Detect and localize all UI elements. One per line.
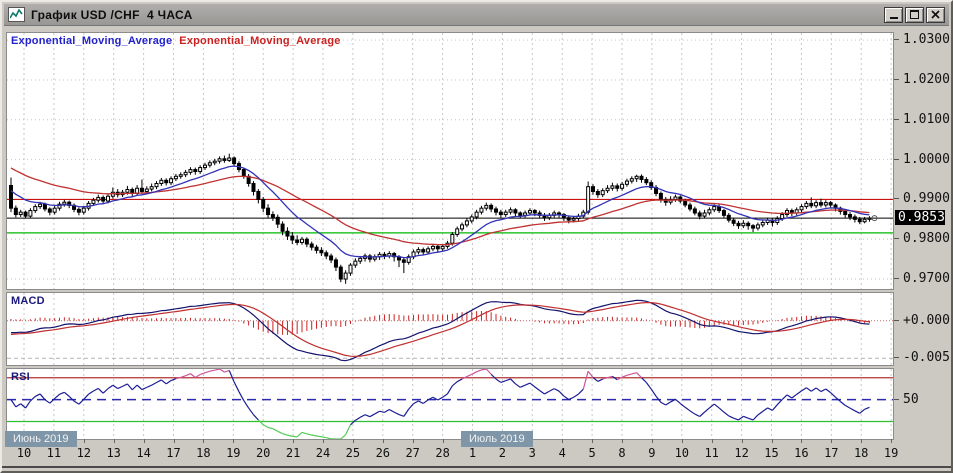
date-tick xyxy=(772,439,773,443)
ema-fast-label: Exponential_Moving_Average xyxy=(11,35,172,47)
date-label: 16 xyxy=(794,446,808,460)
title-bar[interactable]: График USD /CHF 4 ЧАСА xyxy=(4,4,949,26)
date-label: 21 xyxy=(286,446,300,460)
date-tick xyxy=(831,439,832,443)
price-tick: 1.0100 xyxy=(894,112,950,127)
rsi-label: RSI xyxy=(11,371,30,383)
date-tick xyxy=(443,439,444,443)
date-label: 19 xyxy=(226,446,240,460)
price-tick: 0.9800 xyxy=(894,231,950,246)
date-tick xyxy=(144,439,145,443)
macd-panel[interactable]: MACD xyxy=(6,292,894,366)
rsi-panel[interactable]: RSI xyxy=(6,368,894,440)
date-tick xyxy=(174,439,175,443)
price-axis[interactable]: 1.0300 1.0200 1.0100 1.0000 0.9900 0.9800 0.97… xyxy=(894,32,949,440)
candlestick-chart xyxy=(7,33,893,289)
close-button[interactable] xyxy=(926,7,945,23)
date-label: 2 xyxy=(499,446,506,460)
month-badge-july: Июль 2019 xyxy=(461,431,533,447)
date-tick xyxy=(861,439,862,443)
date-label: 12 xyxy=(77,446,91,460)
date-label: 24 xyxy=(316,446,330,460)
date-label: 19 xyxy=(884,446,898,460)
date-label: 17 xyxy=(824,446,838,460)
price-tick: 0.9900 xyxy=(894,191,950,206)
date-label: 17 xyxy=(166,446,180,460)
date-tick xyxy=(562,439,563,443)
rsi-axis-label: 50 xyxy=(894,392,919,407)
date-tick xyxy=(84,439,85,443)
date-label: 13 xyxy=(106,446,120,460)
rsi-chart xyxy=(7,369,893,439)
date-tick xyxy=(592,439,593,443)
date-label: 14 xyxy=(136,446,150,460)
date-tick xyxy=(413,439,414,443)
ema-slow-label: Exponential_Moving_Average xyxy=(179,35,340,47)
date-label: 18 xyxy=(196,446,210,460)
macd-axis-label: -0.005 xyxy=(894,350,950,365)
date-label: 11 xyxy=(47,446,61,460)
date-label: 3 xyxy=(529,446,536,460)
date-label: 1 xyxy=(469,446,476,460)
window-title: График USD /CHF 4 ЧАСА xyxy=(31,8,193,22)
date-label: 20 xyxy=(256,446,270,460)
date-label: 15 xyxy=(764,446,778,460)
current-price-badge: 0.9853 xyxy=(895,210,945,225)
close-icon xyxy=(931,10,940,19)
month-badge-june: Июнь 2019 xyxy=(5,431,77,447)
date-tick xyxy=(891,439,892,443)
date-tick xyxy=(652,439,653,443)
date-label: 5 xyxy=(588,446,595,460)
date-label: 11 xyxy=(704,446,718,460)
date-tick xyxy=(323,439,324,443)
chart-icon xyxy=(8,7,25,22)
date-tick xyxy=(742,439,743,443)
main-chart-panel[interactable]: Exponential_Moving_Average Exponential_Mo… xyxy=(6,32,894,290)
date-label: 12 xyxy=(734,446,748,460)
date-label: 9 xyxy=(648,446,655,460)
chart-window: График USD /CHF 4 ЧАСА Exponential_Movin… xyxy=(0,0,953,473)
date-label: 18 xyxy=(854,446,868,460)
date-tick xyxy=(682,439,683,443)
maximize-icon xyxy=(910,10,919,19)
minimize-button[interactable] xyxy=(884,7,903,23)
date-label: 8 xyxy=(618,446,625,460)
macd-label: MACD xyxy=(11,295,45,307)
window-controls xyxy=(884,7,945,23)
price-tick: 0.9700 xyxy=(894,271,950,286)
date-label: 25 xyxy=(346,446,360,460)
date-tick xyxy=(114,439,115,443)
window-bottom-divider xyxy=(2,466,951,468)
date-label: 4 xyxy=(559,446,566,460)
ema-labels: Exponential_Moving_Average Exponential_Mo… xyxy=(11,35,341,47)
date-tick xyxy=(353,439,354,443)
date-label: 28 xyxy=(435,446,449,460)
date-label: 26 xyxy=(376,446,390,460)
price-tick: 1.0200 xyxy=(894,72,950,87)
date-tick xyxy=(203,439,204,443)
price-tick: 1.0300 xyxy=(894,32,950,47)
date-axis[interactable]: 1011121314171819202124252627281234589101… xyxy=(6,440,894,465)
maximize-button[interactable] xyxy=(905,7,924,23)
price-tick: 1.0000 xyxy=(894,152,950,167)
date-label: 10 xyxy=(675,446,689,460)
minimize-icon xyxy=(890,17,898,19)
date-tick xyxy=(233,439,234,443)
date-label: 10 xyxy=(17,446,31,460)
date-tick xyxy=(801,439,802,443)
date-tick xyxy=(293,439,294,443)
date-tick xyxy=(712,439,713,443)
macd-chart xyxy=(7,293,893,365)
date-tick xyxy=(263,439,264,443)
date-tick xyxy=(383,439,384,443)
date-tick xyxy=(622,439,623,443)
macd-axis-label: +0.000 xyxy=(894,313,950,328)
date-label: 27 xyxy=(405,446,419,460)
